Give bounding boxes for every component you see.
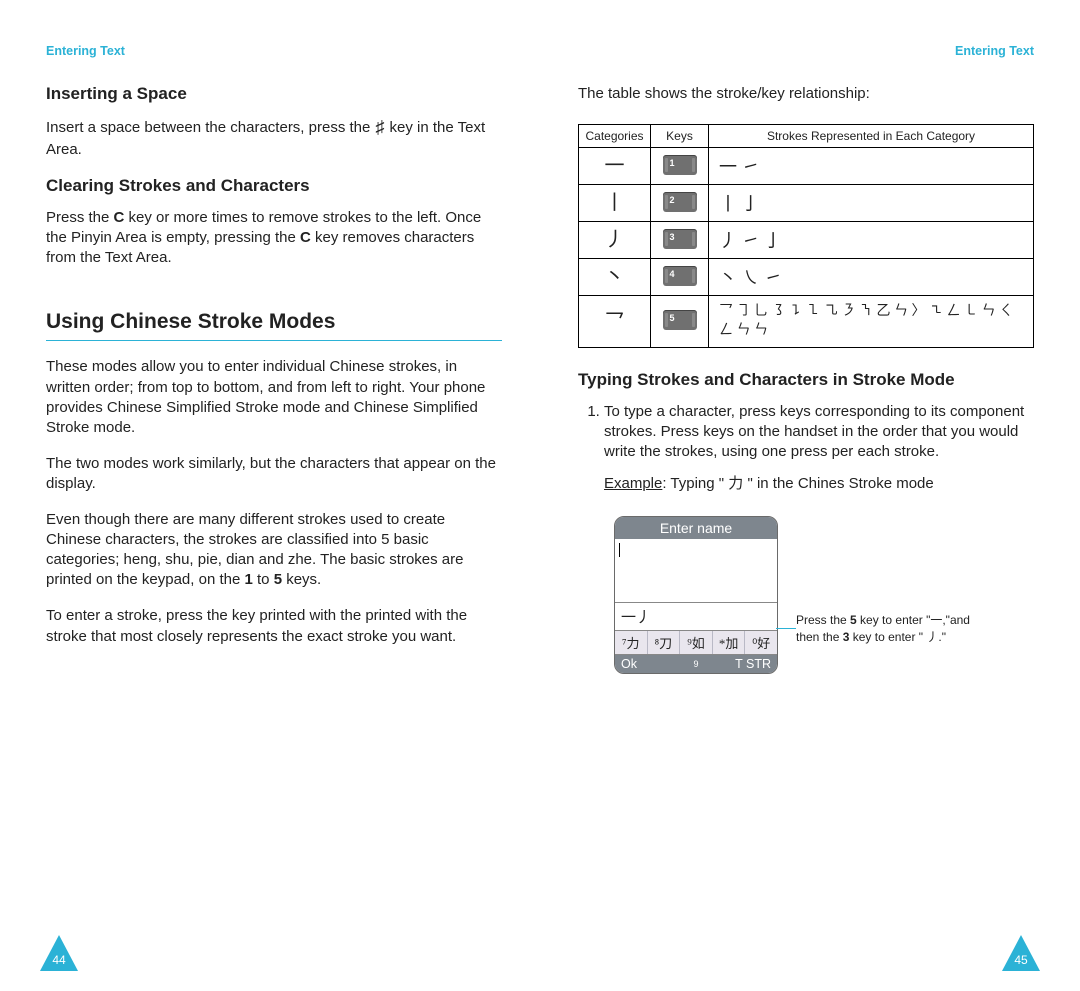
- phone-stroke-line: 一丿: [615, 603, 777, 631]
- table-header-row: Categories Keys Strokes Represented in E…: [579, 125, 1034, 148]
- heading-typing-strokes: Typing Strokes and Characters in Stroke …: [578, 370, 1034, 390]
- running-head-left: Entering Text: [46, 44, 502, 58]
- cat-glyph: 丶: [579, 259, 651, 296]
- section-rule: [46, 340, 502, 341]
- key-cell: 4: [651, 259, 709, 296]
- text-cursor-icon: [619, 543, 620, 557]
- key-5: 5: [274, 571, 282, 588]
- para-5-categories: Even though there are many different str…: [46, 510, 502, 590]
- key-cell: 2: [651, 185, 709, 222]
- stroke-key-table: Categories Keys Strokes Represented in E…: [578, 124, 1034, 348]
- text: keys.: [282, 571, 321, 588]
- table-row: 丨 2 丨 亅: [579, 185, 1034, 222]
- table-row: 一 1 一 ㇀: [579, 148, 1034, 185]
- phone-candidates-row: ⁷力 ⁸刀 ⁹如 *加 ⁰好: [615, 631, 777, 655]
- phone-title-bar: Enter name: [615, 517, 777, 539]
- cat-glyph: 丨: [579, 185, 651, 222]
- list-item: To type a character, press keys correspo…: [604, 402, 1034, 494]
- col-strokes: Strokes Represented in Each Category: [709, 125, 1034, 148]
- page-number-marker-right: 45: [1002, 935, 1040, 971]
- strokes-cell: 丿 ㇀ 亅: [709, 222, 1034, 259]
- heading-clearing: Clearing Strokes and Characters: [46, 176, 502, 196]
- bold-c-2: C: [300, 229, 311, 246]
- page-number-45: 45: [1002, 935, 1040, 971]
- keypad-key-icon: 2: [663, 192, 697, 212]
- candidate: ⁸刀: [648, 631, 681, 654]
- strokes-cell: 丶 ㇏ ㇀: [709, 259, 1034, 296]
- key-5: 5: [850, 613, 857, 627]
- example-char: 力: [728, 476, 743, 492]
- text: to: [253, 571, 274, 588]
- callout-line-icon: [776, 628, 796, 629]
- strokes-cell: 一 ㇀: [709, 148, 1034, 185]
- phone-example-row: Enter name 一丿 ⁷力 ⁸刀 ⁹如 *加 ⁰好 Ok 9 T STR: [578, 516, 1034, 674]
- candidate: *加: [713, 631, 746, 654]
- strokes-cell: 乛 ㇆ 乚 ㇌ ㇊ ㇅ ㇈ ㇋ ㇎ 乙 ㄣ 〉 ㇍ ㄥ ㇄ ㄣ ㄑ ㄥ ㄣ ㄣ: [709, 296, 1034, 348]
- phone-caption: Press the 5 key to enter "一,"and then th…: [796, 612, 996, 646]
- key-cell: 3: [651, 222, 709, 259]
- key-cell: 5: [651, 296, 709, 348]
- para-modes-intro: These modes allow you to enter individua…: [46, 357, 502, 437]
- col-keys: Keys: [651, 125, 709, 148]
- keypad-key-icon: 3: [663, 229, 697, 249]
- phone-text-area: [615, 539, 777, 603]
- keypad-key-icon: 5: [663, 310, 697, 330]
- keypad-key-icon: 4: [663, 266, 697, 286]
- cat-glyph: 乛: [579, 296, 651, 348]
- page-spread: Entering Text Inserting a Space Insert a…: [0, 0, 1080, 991]
- example-line: Example: Typing " 力 " in the Chines Stro…: [604, 474, 1034, 494]
- text: Insert a space between the characters, p…: [46, 119, 375, 136]
- key-1: 1: [244, 571, 252, 588]
- text: Press the: [796, 613, 850, 627]
- softkey-left: Ok: [615, 655, 684, 673]
- phone-softkey-bar: Ok 9 T STR: [615, 655, 777, 673]
- step-text: To type a character, press keys correspo…: [604, 403, 1024, 460]
- page-number-marker-left: 44: [40, 935, 78, 971]
- candidate: ⁹如: [680, 631, 713, 654]
- text: : Typing ": [662, 475, 728, 492]
- strokes-cell: 丨 亅: [709, 185, 1034, 222]
- text: key to enter " 丿.": [849, 630, 946, 644]
- cat-glyph: 一: [579, 148, 651, 185]
- para-table-intro: The table shows the stroke/key relations…: [578, 84, 1034, 104]
- hash-key-icon: ♯: [375, 119, 386, 139]
- para-two-modes: The two modes work similarly, but the ch…: [46, 454, 502, 494]
- cat-glyph: 丿: [579, 222, 651, 259]
- key-cell: 1: [651, 148, 709, 185]
- table-row: 丶 4 丶 ㇏ ㇀: [579, 259, 1034, 296]
- col-categories: Categories: [579, 125, 651, 148]
- phone-screen-mock: Enter name 一丿 ⁷力 ⁸刀 ⁹如 *加 ⁰好 Ok 9 T STR: [614, 516, 778, 674]
- heading-stroke-modes: Using Chinese Stroke Modes: [46, 310, 502, 334]
- steps-list: To type a character, press keys correspo…: [578, 402, 1034, 508]
- para-clearing: Press the C key or more times to remove …: [46, 208, 502, 268]
- running-head-right: Entering Text: [578, 44, 1034, 58]
- page-45: Entering Text The table shows the stroke…: [540, 0, 1080, 991]
- text: " in the Chines Stroke mode: [743, 475, 933, 492]
- example-label: Example: [604, 475, 662, 492]
- softkey-right: T STR: [708, 655, 777, 673]
- text: Press the: [46, 209, 114, 226]
- softkey-mode-indicator: 9: [684, 655, 708, 673]
- table-row: 乛 5 乛 ㇆ 乚 ㇌ ㇊ ㇅ ㇈ ㇋ ㇎ 乙 ㄣ 〉 ㇍ ㄥ ㇄ ㄣ ㄑ ㄥ …: [579, 296, 1034, 348]
- bold-c-1: C: [114, 209, 125, 226]
- candidate: ⁰好: [745, 631, 777, 654]
- keypad-key-icon: 1: [663, 155, 697, 175]
- para-enter-stroke: To enter a stroke, press the key printed…: [46, 606, 502, 646]
- table-row: 丿 3 丿 ㇀ 亅: [579, 222, 1034, 259]
- para-insert-space: Insert a space between the characters, p…: [46, 116, 502, 160]
- page-44: Entering Text Inserting a Space Insert a…: [0, 0, 540, 991]
- heading-inserting-space: Inserting a Space: [46, 84, 502, 104]
- candidate: ⁷力: [615, 631, 648, 654]
- page-number-44: 44: [40, 935, 78, 971]
